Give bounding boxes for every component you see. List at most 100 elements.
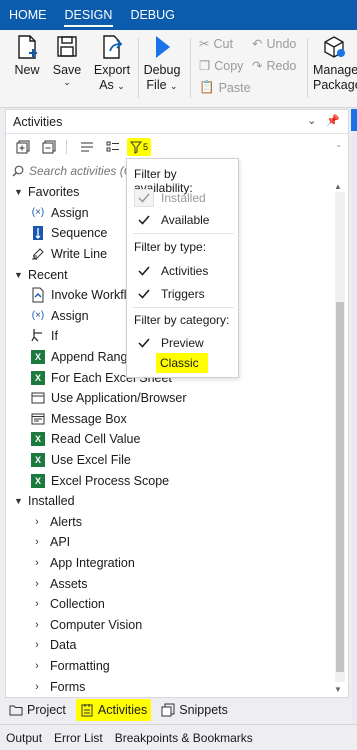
item-label: Data [50, 638, 77, 653]
tab-home[interactable]: HOME [0, 0, 56, 30]
item-label: Collection [50, 597, 105, 612]
tab-debug[interactable]: DEBUG [121, 0, 183, 30]
collapse-all-button[interactable] [40, 138, 58, 156]
item-label: Sequence [51, 226, 108, 241]
list-item[interactable]: X Excel Process Scope [6, 470, 331, 491]
item-label: Use Excel File [51, 453, 131, 468]
item-label: Assign [51, 205, 89, 220]
tab-activities[interactable]: Activities [75, 699, 152, 721]
item-label: Assets [50, 576, 88, 591]
list-item[interactable]: Message Box [6, 409, 331, 430]
copy-label: Copy [214, 58, 244, 73]
cut-button[interactable]: ✂ Cut [199, 36, 233, 52]
toolbar-overflow-icon[interactable]: ⌄ [335, 140, 342, 149]
item-label: API [50, 535, 71, 550]
debug-label-2: File ⌄ [146, 78, 178, 92]
sequence-icon [30, 225, 46, 241]
scissors-icon: ✂ [199, 37, 210, 51]
scroll-thumb[interactable] [336, 302, 344, 672]
item-label: Alerts [50, 514, 82, 529]
list-item[interactable]: › Assets [6, 573, 331, 594]
save-button[interactable]: Save ⌄ [52, 34, 82, 87]
filter-available-option[interactable]: Available [134, 210, 209, 230]
tab-project[interactable]: Project [5, 699, 70, 721]
list-item[interactable]: X Use Excel File [6, 450, 331, 471]
list-item[interactable]: X Read Cell Value [6, 429, 331, 450]
tab-breakpoints[interactable]: Breakpoints & Bookmarks [115, 731, 253, 745]
filter-button[interactable]: 5 [127, 138, 151, 156]
list-view-icon [106, 141, 119, 152]
panel-header: Activities ⌄ 📌 [6, 110, 348, 133]
option-label: Activities [161, 264, 209, 278]
export-label-1: Export [93, 63, 131, 77]
dropdown-icon[interactable]: ⌄ [307, 114, 316, 127]
filter-preview-option[interactable]: Preview [134, 333, 204, 353]
caret-down-icon: ▼ [14, 269, 23, 280]
list-item[interactable]: › API [6, 532, 331, 553]
item-label: Message Box [51, 411, 127, 426]
list-view-button[interactable] [104, 138, 122, 156]
right-strip [352, 108, 357, 750]
packages-icon [324, 36, 345, 58]
scroll-up-icon[interactable]: ▲ [334, 182, 342, 191]
tab-error-list[interactable]: Error List [54, 731, 103, 745]
list-item[interactable]: › App Integration [6, 553, 331, 574]
show-descriptions-button[interactable] [78, 138, 96, 156]
list-item[interactable]: Use Application/Browser [6, 388, 331, 409]
list-item[interactable]: › Computer Vision [6, 614, 331, 635]
manage-packages-button[interactable]: Manage Packages [313, 34, 357, 93]
tab-snippets[interactable]: Snippets [157, 699, 232, 721]
panel-toolbar: 5 ⌄ [6, 135, 348, 159]
filter-triggers-option[interactable]: Triggers [134, 284, 205, 304]
new-button[interactable]: New [12, 34, 42, 78]
chevron-right-icon: › [35, 639, 39, 652]
assign-icon: (×) [31, 207, 45, 219]
list-item[interactable]: › Data [6, 635, 331, 656]
save-chevron-icon: ⌄ [63, 77, 71, 87]
item-label: Excel Process Scope [51, 473, 170, 488]
debug-chevron-icon: ⌄ [170, 81, 178, 91]
panel-controls: ⌄ 📌 [307, 114, 340, 127]
item-label: Write Line [51, 247, 108, 262]
new-file-icon [18, 35, 37, 59]
group-label: Installed [28, 494, 75, 509]
tab-design[interactable]: DESIGN [56, 0, 122, 30]
list-item[interactable]: › Formatting [6, 656, 331, 677]
export-label-2: As ⌄ [99, 78, 125, 92]
caret-down-icon: ▼ [14, 187, 23, 198]
tree-group-installed[interactable]: ▼ Installed [6, 491, 331, 512]
debug-file-button[interactable]: Debug File ⌄ [142, 34, 182, 94]
undo-button[interactable]: ↶ Undo [252, 36, 296, 52]
filter-activities-option[interactable]: Activities [134, 261, 208, 281]
redo-button[interactable]: ↷ Redo [252, 58, 296, 74]
filter-count-badge: 5 [142, 142, 148, 152]
item-label: If [51, 329, 58, 344]
redo-icon: ↷ [252, 59, 263, 73]
list-item[interactable]: › Alerts [6, 512, 331, 533]
tab-label: Activities [97, 703, 148, 717]
filter-installed-option[interactable]: Installed [134, 188, 206, 208]
tab-output[interactable]: Output [6, 731, 42, 745]
pin-icon[interactable]: 📌 [326, 114, 340, 127]
snippets-icon [161, 703, 175, 717]
debug-label-1: Debug [143, 63, 181, 77]
list-item[interactable]: › Forms [6, 676, 331, 697]
panel-title: Activities [13, 114, 63, 129]
paste-button[interactable]: 📋 Paste [199, 80, 251, 95]
if-icon [30, 328, 46, 344]
filter-classic-option[interactable]: Classic [156, 353, 208, 373]
copy-button[interactable]: ❐ Copy [199, 58, 244, 74]
assign-icon: (×) [31, 310, 45, 322]
option-label: Triggers [161, 287, 205, 301]
save-icon [57, 36, 77, 57]
toolbar-separator [66, 140, 67, 154]
expand-all-button[interactable] [14, 138, 32, 156]
descriptions-icon [81, 142, 93, 152]
option-label: Available [161, 213, 210, 227]
chevron-right-icon: › [35, 598, 39, 611]
export-as-button[interactable]: Export As ⌄ [92, 34, 132, 94]
vertical-scrollbar[interactable]: ▲ ▼ [333, 182, 347, 696]
list-item[interactable]: › Collection [6, 594, 331, 615]
scroll-down-icon[interactable]: ▼ [334, 685, 342, 694]
filter-icon [129, 141, 142, 154]
